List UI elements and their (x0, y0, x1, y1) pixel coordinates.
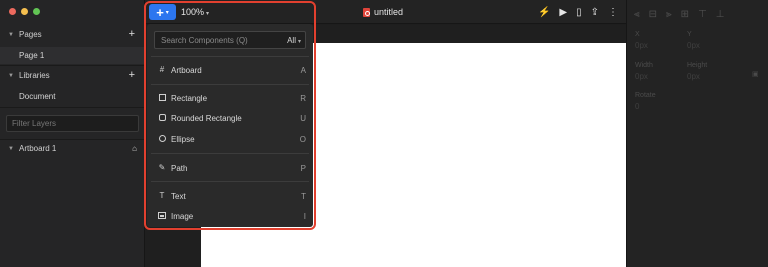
text-icon: T (159, 191, 165, 200)
shortcut-key: O (299, 134, 306, 144)
menu-divider (151, 181, 309, 182)
chevron-down-icon: ▾ (165, 9, 169, 16)
height-label: Height (687, 62, 708, 69)
menu-item-ellipse[interactable]: Ellipse O (147, 130, 313, 148)
device-preview-icon[interactable]: ▯ (576, 7, 582, 18)
rotate-label: Rotate (635, 92, 656, 99)
chevron-down-icon: ▼ (8, 72, 14, 79)
add-library-button[interactable]: + (129, 67, 135, 84)
home-icon[interactable]: ⌂ (132, 140, 137, 157)
artboard-icon: # (159, 65, 165, 74)
filter-layers-field[interactable] (6, 115, 139, 132)
divider (0, 65, 145, 66)
alignment-toolbar: ⫷ ⊟ ⫸ ⊞ ⊤ ⊥ (634, 9, 725, 20)
export-icon[interactable]: ⇪ (591, 7, 599, 18)
category-filter-dropdown[interactable]: All ▾ (287, 32, 301, 51)
rectangle-icon (157, 93, 167, 103)
image-icon (157, 211, 167, 221)
libraries-section-header[interactable]: ▼ Libraries + (0, 67, 145, 84)
menu-item-label: Rectangle (171, 93, 208, 103)
document-title-text: untitled (374, 7, 404, 17)
zoom-value: 100% (181, 7, 205, 17)
properties-inspector: ⫷ ⊟ ⫸ ⊞ ⊤ ⊥ X 0px Y 0px Width 0px Height… (626, 0, 768, 267)
menu-item-rectangle[interactable]: Rectangle R (147, 89, 313, 107)
component-search-field[interactable]: All▾ (154, 31, 306, 49)
shortcut-key: A (300, 65, 306, 75)
document-title: untitled (363, 0, 403, 24)
align-bottom-icon[interactable]: ⊥ (716, 9, 725, 20)
menu-item-rounded-rectangle[interactable]: Rounded Rectangle U (147, 109, 313, 127)
menu-item-label: Path (171, 163, 188, 173)
align-top-icon[interactable]: ⊤ (698, 9, 707, 20)
width-field[interactable]: 0px (635, 72, 648, 81)
menu-divider (151, 84, 309, 85)
lock-icon[interactable]: ▣ (752, 70, 759, 78)
libraries-header-label: Libraries (19, 71, 50, 80)
pages-header-label: Pages (19, 30, 42, 39)
chevron-down-icon: ▾ (297, 39, 301, 45)
path-icon: ✎ (158, 163, 166, 172)
filter-layers-input[interactable] (7, 116, 138, 131)
menu-item-image[interactable]: Image I (147, 207, 313, 225)
menu-divider (151, 56, 309, 57)
window-controls (9, 8, 40, 15)
shortcut-key: T (301, 191, 306, 201)
close-window-button[interactable] (9, 8, 16, 15)
maximize-window-button[interactable] (33, 8, 40, 15)
toolbar-actions: ⚡ ▶ ▯ ⇪ ⋮ (538, 0, 618, 24)
menu-item-label: Image (171, 211, 194, 221)
rotate-field[interactable]: 0 (635, 102, 639, 111)
menu-item-artboard[interactable]: # Artboard A (147, 61, 313, 79)
add-page-button[interactable]: + (129, 26, 135, 43)
document-icon (363, 7, 370, 17)
insert-button[interactable]: + ▾ (149, 4, 176, 20)
layer-row-artboard-1[interactable]: ▼ Artboard 1 ⌂ (0, 140, 145, 157)
shortcut-key: R (300, 93, 306, 103)
height-field[interactable]: 0px (687, 72, 700, 81)
sidebar-item-page-1[interactable]: Page 1 (0, 47, 145, 64)
shortcut-key: I (303, 211, 306, 221)
y-field[interactable]: 0px (687, 41, 700, 50)
layers-sidebar: ▼ Pages + Page 1 ▼ Libraries + Document … (0, 0, 145, 267)
divider (0, 107, 145, 108)
shortcut-key: U (300, 113, 306, 123)
y-label: Y (687, 31, 692, 38)
menu-item-label: Artboard (171, 65, 202, 75)
menu-item-label: Text (171, 191, 186, 201)
play-icon[interactable]: ▶ (559, 7, 567, 18)
component-search-input[interactable] (155, 32, 280, 48)
chevron-down-icon: ▾ (206, 11, 210, 17)
menu-item-label: Ellipse (171, 134, 195, 144)
align-left-icon[interactable]: ⫷ (634, 9, 640, 20)
rounded-rectangle-icon (157, 113, 167, 123)
more-options-icon[interactable]: ⋮ (608, 7, 618, 18)
menu-item-label: Rounded Rectangle (171, 113, 242, 123)
x-label: X (635, 31, 640, 38)
chevron-down-icon[interactable]: ▼ (8, 146, 16, 152)
menu-item-text[interactable]: T Text T (147, 187, 313, 205)
x-field[interactable]: 0px (635, 41, 648, 50)
align-center-icon[interactable]: ⊟ (649, 9, 657, 20)
sidebar-item-document[interactable]: Document (0, 88, 145, 105)
category-filter-value: All (287, 36, 296, 45)
pages-section-header[interactable]: ▼ Pages + (0, 26, 145, 43)
run-icon[interactable]: ⚡ (538, 7, 550, 18)
minimize-window-button[interactable] (21, 8, 28, 15)
plus-icon: + (156, 4, 164, 20)
layer-label: Artboard 1 (19, 144, 57, 153)
zoom-dropdown[interactable]: 100% ▾ (181, 4, 209, 20)
menu-item-path[interactable]: ✎ Path P (147, 159, 313, 177)
width-label: Width (635, 62, 653, 69)
distribute-icon[interactable]: ⊞ (681, 9, 689, 20)
insert-components-menu: All▾ # Artboard A Rectangle R Rounded Re… (147, 24, 313, 227)
menu-divider (151, 153, 309, 154)
chevron-down-icon: ▼ (8, 31, 14, 38)
align-right-icon[interactable]: ⫸ (666, 9, 672, 20)
ellipse-icon (157, 134, 167, 144)
shortcut-key: P (300, 163, 306, 173)
